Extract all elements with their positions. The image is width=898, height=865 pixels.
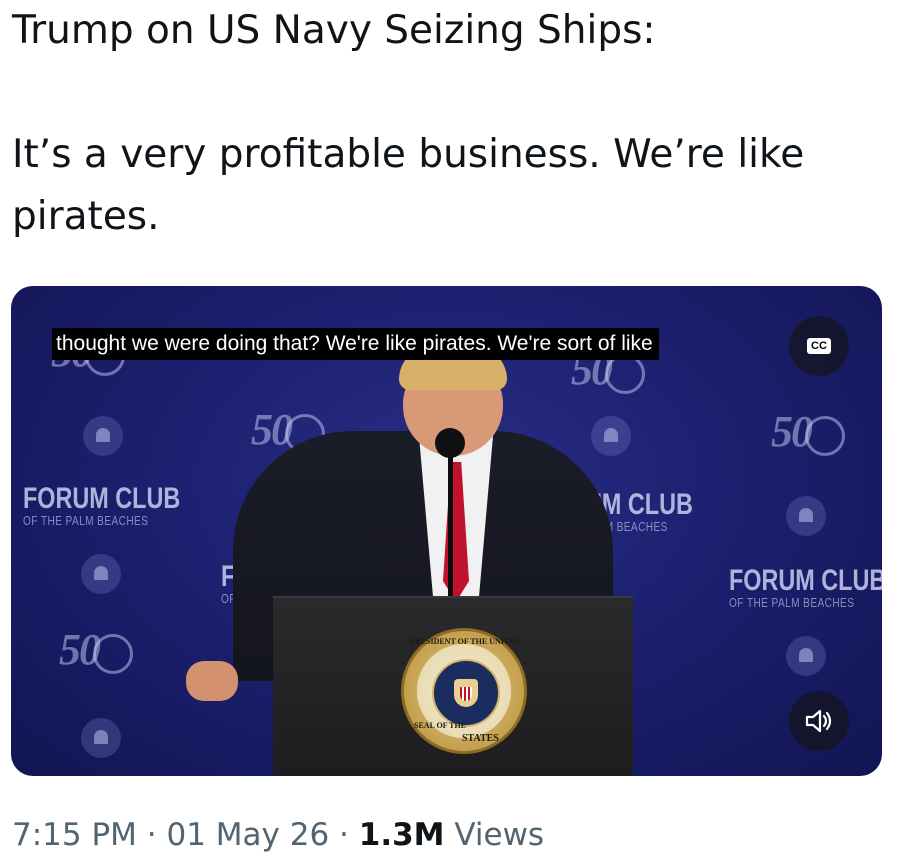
views-label: Views (444, 817, 545, 853)
tweet-quote-line-1: It’s a very profitable business. We’re l… (12, 132, 805, 177)
tweet-text: Trump on US Navy Seizing Ships: It’s a v… (12, 0, 882, 248)
forum-club-big: FORUM CLUB (729, 564, 882, 597)
logo-ring (805, 415, 845, 456)
video-player[interactable]: 50 50 50 50 50 FORUM CLUB OF THE PALM BE… (11, 286, 882, 776)
backdrop-dome-icon (786, 496, 826, 536)
microphone-stand (448, 456, 453, 601)
seal-text-top: PRESIDENT OF THE UNITED (410, 637, 521, 646)
seal-center (432, 659, 500, 727)
backdrop-forum-club-left: FORUM CLUB OF THE PALM BEACHES (23, 482, 181, 528)
closed-captions-icon: CC (807, 338, 831, 354)
seal-text-right: STATES (462, 733, 499, 744)
tweet-spacer (12, 62, 882, 124)
closed-captions-button[interactable]: CC (789, 316, 849, 376)
volume-button[interactable] (789, 691, 849, 751)
meta-separator: · (136, 817, 167, 853)
backdrop-forum-club-right: FORUM CLUB OF THE PALM BEACHES (729, 564, 882, 610)
video-caption: thought we were doing that? We're like p… (52, 328, 659, 360)
seal-text-left: SEAL OF THE (414, 721, 467, 730)
forum-club-small: OF THE PALM BEACHES (23, 513, 149, 528)
forum-club-big: FORUM CLUB (23, 482, 181, 515)
tweet-date[interactable]: 01 May 26 (166, 817, 329, 853)
podium: PRESIDENT OF THE UNITED STATES SEAL OF T… (273, 596, 633, 776)
backdrop-logo-50: 50 (59, 624, 133, 675)
tweet-headline: Trump on US Navy Seizing Ships: (12, 8, 656, 53)
tweet-meta: 7:15 PM · 01 May 26 · 1.3M Views (12, 810, 544, 860)
speaker-icon (805, 709, 832, 733)
backdrop-dome-icon (83, 416, 123, 456)
backdrop-logo-50: 50 (771, 406, 845, 457)
presidential-seal: PRESIDENT OF THE UNITED STATES SEAL OF T… (401, 628, 527, 754)
shield-icon (460, 687, 472, 701)
backdrop-dome-icon (81, 718, 121, 758)
views-count: 1.3M (358, 817, 445, 853)
logo-ring (93, 633, 133, 674)
tweet-time[interactable]: 7:15 PM (12, 817, 137, 853)
tweet-quote-line-2: pirates. (12, 194, 160, 239)
backdrop-dome-icon (591, 416, 631, 456)
backdrop-dome-icon (786, 636, 826, 676)
backdrop-dome-icon (81, 554, 121, 594)
microphone-icon (435, 428, 465, 458)
forum-club-small: OF THE PALM BEACHES (729, 595, 855, 610)
speaker-hand (186, 661, 238, 701)
meta-separator: · (329, 817, 359, 853)
